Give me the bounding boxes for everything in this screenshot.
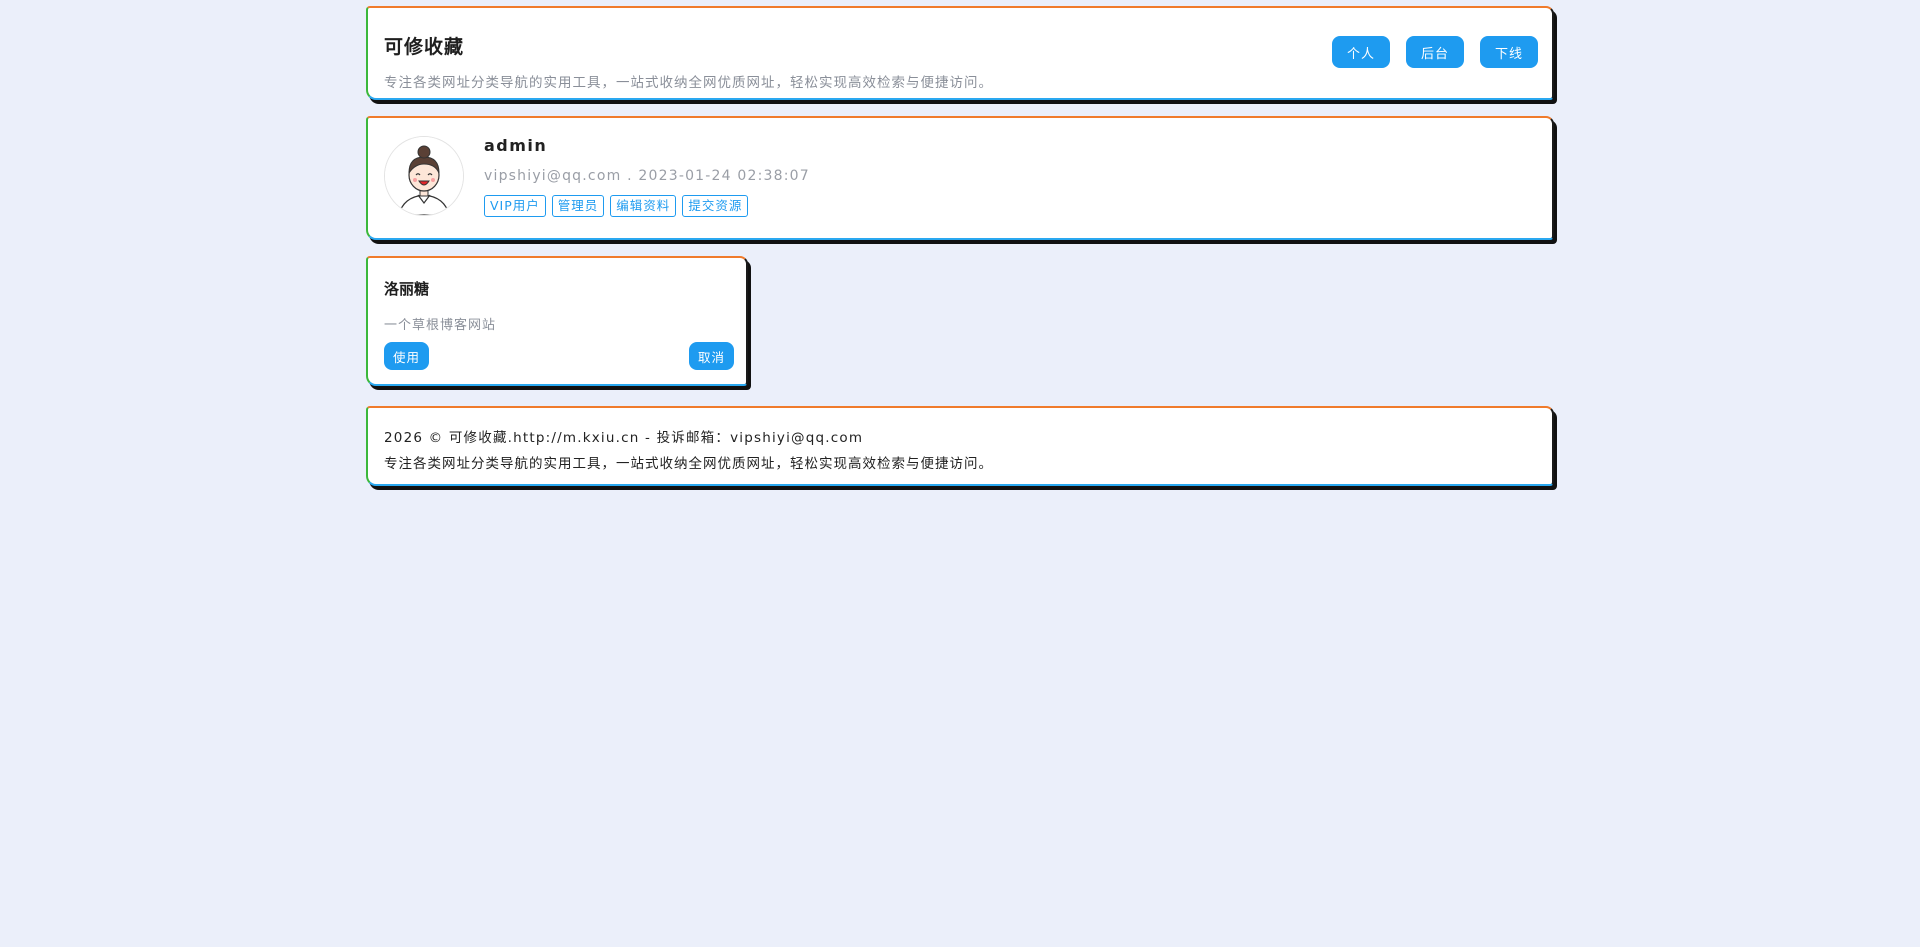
edit-profile-link[interactable]: 编辑资料 xyxy=(610,195,677,217)
header-card: 可修收藏 专注各类网址分类导航的实用工具，一站式收纳全网优质网址，轻松实现高效检… xyxy=(366,6,1554,100)
site-description: 专注各类网址分类导航的实用工具，一站式收纳全网优质网址，轻松实现高效检索与便捷访… xyxy=(384,75,993,91)
user-email: vipshiyi@qq.com xyxy=(484,168,622,184)
registered-time: 2023-01-24 02:38:07 xyxy=(638,168,810,184)
cartoon-girl-avatar-icon xyxy=(385,137,463,215)
backend-button[interactable]: 后台 xyxy=(1405,36,1464,68)
profile-card: admin vipshiyi@qq.com . 2023-01-24 02:38… xyxy=(366,116,1554,240)
logout-button[interactable]: 下线 xyxy=(1479,36,1538,68)
footer-description: 专注各类网址分类导航的实用工具，一站式收纳全网优质网址，轻松实现高效检索与便捷访… xyxy=(384,456,993,472)
page-container: 可修收藏 专注各类网址分类导航的实用工具，一站式收纳全网优质网址，轻松实现高效检… xyxy=(366,6,1554,486)
profile-info: admin vipshiyi@qq.com . 2023-01-24 02:38… xyxy=(484,136,810,217)
footer-copyright: 2026 © 可修收藏.http://m.kxiu.cn - 投诉邮箱：vips… xyxy=(384,430,864,446)
submit-resource-link[interactable]: 提交资源 xyxy=(682,195,749,217)
header-actions: 个人 后台 下线 xyxy=(1331,36,1538,68)
profile-meta: vipshiyi@qq.com . 2023-01-24 02:38:07 xyxy=(484,168,810,184)
profile-tags: VIP用户 管理员 编辑资料 提交资源 xyxy=(484,195,810,217)
tag-vip-user: VIP用户 xyxy=(484,195,546,217)
cancel-button[interactable]: 取消 xyxy=(688,342,734,370)
tag-admin: 管理员 xyxy=(551,195,605,217)
site-card-title: 洛丽糖 xyxy=(384,280,430,298)
site-card: 洛丽糖 一个草根博客网站 使用 取消 xyxy=(366,256,748,386)
personal-button[interactable]: 个人 xyxy=(1331,36,1390,68)
username: admin xyxy=(484,136,548,155)
meta-separator: . xyxy=(627,168,633,184)
footer-card: 2026 © 可修收藏.http://m.kxiu.cn - 投诉邮箱：vips… xyxy=(366,406,1554,486)
site-card-description: 一个草根博客网站 xyxy=(384,318,497,333)
use-button[interactable]: 使用 xyxy=(384,342,430,370)
avatar[interactable] xyxy=(384,136,464,216)
